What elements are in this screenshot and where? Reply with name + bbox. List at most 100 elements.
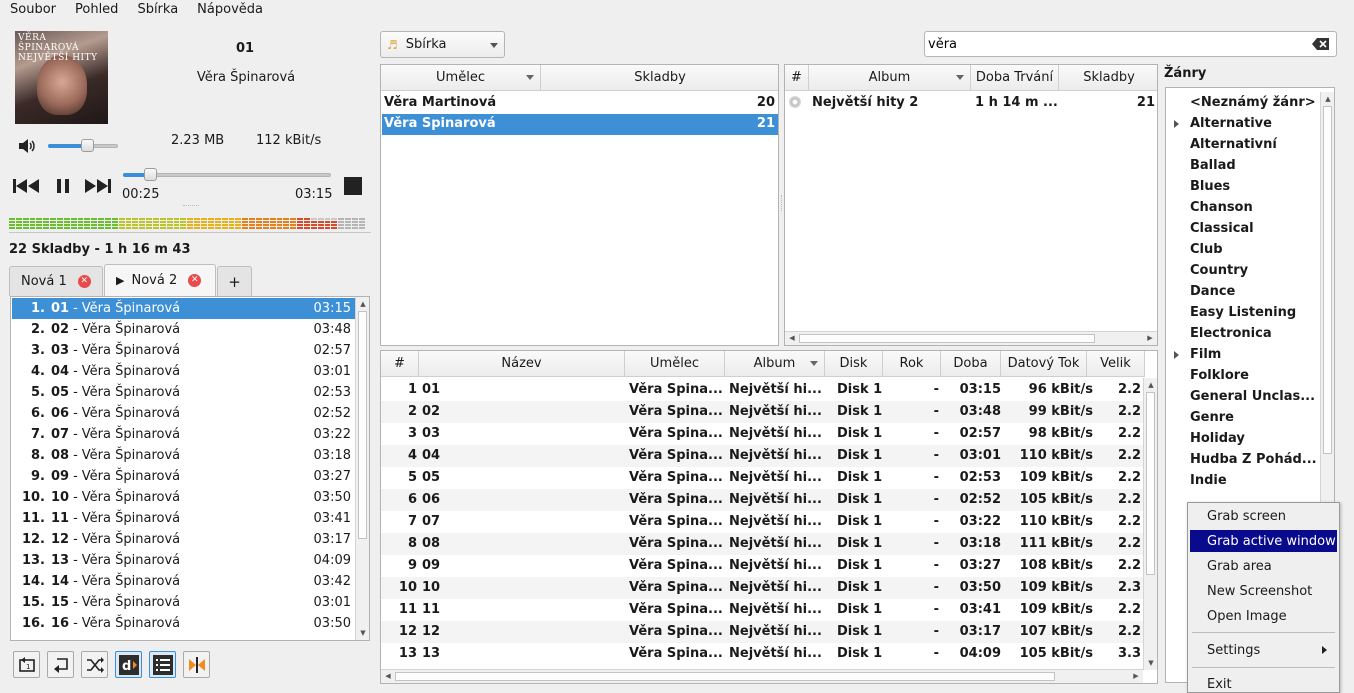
expand-arrow-icon[interactable] — [1174, 351, 1179, 359]
number-column-header[interactable]: # — [785, 65, 809, 91]
menu-item-grab-screen[interactable]: Grab screen — [1190, 505, 1337, 527]
seek-slider[interactable] — [123, 168, 331, 181]
splitter-grip[interactable] — [183, 205, 199, 207]
scroll-left-icon[interactable]: ◀ — [382, 670, 394, 682]
scroll-right-icon[interactable]: ▶ — [1130, 670, 1142, 682]
scroll-down-icon[interactable]: ▼ — [357, 627, 369, 639]
genre-item[interactable]: Club — [1166, 240, 1320, 261]
track-row[interactable]: 1 01 Věra Špina... Největší hi... Disk 1 - 03:… — [381, 379, 1144, 401]
track-column-header[interactable]: Rok — [883, 351, 941, 377]
scroll-down-icon[interactable]: ▼ — [1145, 657, 1157, 669]
genre-item[interactable]: General Unclas... — [1166, 387, 1320, 408]
genre-item[interactable]: Holiday — [1166, 429, 1320, 450]
track-row[interactable]: 4 04 Věra Špina... Největší hi... Disk 1 - 03:… — [381, 445, 1144, 467]
expand-arrow-icon[interactable] — [1174, 120, 1179, 128]
playlist-item[interactable]: 11. 11- Věra Špinarová 03:41 — [12, 508, 355, 529]
artist-column-header[interactable]: Umělec — [381, 65, 541, 91]
playlist-item[interactable]: 7. 07- Věra Špinarová 03:22 — [12, 424, 355, 445]
playlist-item-partial[interactable] — [12, 634, 355, 640]
track-column-header[interactable]: Doba — [941, 351, 1001, 377]
track-row[interactable]: 9 09 Věra Špina... Největší hi... Disk 1 - 03:… — [381, 555, 1144, 577]
playlist-item[interactable]: 1. 01- Věra Špinarová 03:15 — [12, 298, 355, 319]
scroll-up-icon[interactable]: ▲ — [1145, 379, 1157, 391]
albums-view[interactable]: # Album Doba Trvání Skladby Největší hit… — [784, 64, 1158, 346]
stop-button[interactable] — [344, 177, 362, 195]
album-column-header[interactable]: Album — [809, 65, 971, 91]
playlist-item[interactable]: 16. 16- Věra Špinarová 03:50 — [12, 613, 355, 634]
volume-icon[interactable] — [17, 137, 37, 159]
playlist-view[interactable]: 1. 01- Věra Špinarová 03:15 2. 02- Věra Špinar… — [10, 296, 370, 641]
albums-hscrollbar[interactable]: ◀ ▶ — [785, 331, 1157, 345]
genre-item[interactable]: Dance — [1166, 282, 1320, 303]
splitter-grip[interactable] — [781, 195, 783, 211]
album-row[interactable]: Největší hity 2 1 h 14 m ... 21 — [785, 93, 1157, 114]
scroll-thumb[interactable] — [1323, 106, 1332, 454]
menu-napoveda[interactable]: Nápověda — [187, 0, 272, 22]
playlist-mode-button[interactable] — [149, 651, 176, 678]
playlist-item[interactable]: 13. 13- Věra Špinarová 04:09 — [12, 550, 355, 571]
genre-item[interactable]: Alternativní — [1166, 135, 1320, 156]
playlist-item[interactable]: 2. 02- Věra Špinarová 03:48 — [12, 319, 355, 340]
tracks-vscrollbar[interactable]: ▲ ▼ — [1143, 378, 1157, 670]
return-button[interactable] — [47, 651, 74, 678]
tab-nova-2[interactable]: ▶ Nová 2 ✕ — [104, 264, 216, 296]
genre-item[interactable]: Ballad — [1166, 156, 1320, 177]
scroll-right-icon[interactable]: ▶ — [1144, 332, 1156, 344]
collection-combo[interactable]: ♬ Sbírka — [380, 31, 505, 58]
track-column-header[interactable]: Disk — [825, 351, 883, 377]
pause-button[interactable] — [48, 174, 78, 198]
track-column-header[interactable]: Datový Tok — [1001, 351, 1087, 377]
genre-item[interactable]: Classical — [1166, 219, 1320, 240]
add-tab-button[interactable]: + — [217, 266, 252, 296]
repeat-button[interactable]: 1 — [13, 651, 40, 678]
menu-item-new-screenshot[interactable]: New Screenshot — [1190, 580, 1337, 602]
volume-slider[interactable] — [48, 139, 118, 152]
tracks-column-header[interactable]: Skladby — [541, 65, 778, 91]
menu-item-settings[interactable]: Settings — [1190, 639, 1337, 661]
menu-item-grab-area[interactable]: Grab area — [1190, 555, 1337, 577]
scroll-thumb[interactable] — [1146, 392, 1155, 575]
track-row[interactable]: 10 10 Věra Špina... Největší hi... Disk 1 - 03… — [381, 577, 1144, 599]
scroll-thumb[interactable] — [395, 672, 1055, 681]
track-column-header[interactable]: Název — [419, 351, 625, 377]
track-row[interactable]: 5 05 Věra Špina... Největší hi... Disk 1 - 02:… — [381, 467, 1144, 489]
track-column-header[interactable]: Album — [725, 351, 825, 377]
artists-view[interactable]: Umělec Skladby Věra Martinová 20 Věra Šp… — [380, 64, 779, 346]
playlist-item[interactable]: 3. 03- Věra Špinarová 02:57 — [12, 340, 355, 361]
album-tracks-column-header[interactable]: Skladby — [1059, 65, 1157, 91]
genre-item[interactable]: Film — [1166, 345, 1320, 366]
next-button[interactable] — [83, 174, 113, 198]
playlist-item[interactable]: 10. 10- Věra Špinarová 03:50 — [12, 487, 355, 508]
search-box[interactable] — [924, 31, 1337, 57]
genre-item[interactable]: Blues — [1166, 177, 1320, 198]
scroll-left-icon[interactable]: ◀ — [786, 332, 798, 344]
artist-row[interactable]: Věra Martinová 20 — [382, 93, 778, 114]
search-input[interactable] — [928, 36, 1298, 52]
track-row[interactable]: 12 12 Věra Špina... Největší hi... Disk 1 - 03… — [381, 621, 1144, 643]
genre-item[interactable]: Folklore — [1166, 366, 1320, 387]
track-row[interactable]: 3 03 Věra Špina... Největší hi... Disk 1 - 02:… — [381, 423, 1144, 445]
menu-pohled[interactable]: Pohled — [65, 0, 127, 22]
close-tab-icon[interactable]: ✕ — [77, 275, 91, 288]
tracks-view[interactable]: # Název Umělec Album Disk Rok Doba Datový Tok Ve… — [380, 350, 1158, 684]
menu-item-exit[interactable]: Exit — [1190, 673, 1337, 693]
track-row[interactable]: 8 08 Věra Špina... Největší hi... Disk 1 - 03:… — [381, 533, 1144, 555]
scroll-up-icon[interactable]: ▲ — [1322, 93, 1334, 105]
playlist-item[interactable]: 14. 14- Věra Špinarová 03:42 — [12, 571, 355, 592]
playlist-item[interactable]: 9. 09- Věra Špinarová 03:27 — [12, 466, 355, 487]
playlist-scrollbar[interactable]: ▲ ▼ — [355, 297, 369, 640]
playlist-item[interactable]: 8. 08- Věra Špinarová 03:18 — [12, 445, 355, 466]
genre-item[interactable]: Easy Listening — [1166, 303, 1320, 324]
dynamic-playlist-button[interactable]: d — [115, 651, 142, 678]
close-tab-icon[interactable]: ✕ — [188, 274, 202, 287]
genre-item[interactable]: Alternative — [1166, 114, 1320, 135]
tab-nova-1[interactable]: Nová 1 ✕ — [9, 266, 103, 296]
playlist-item[interactable]: 12. 12- Věra Špinarová 03:17 — [12, 529, 355, 550]
scroll-thumb[interactable] — [799, 334, 1095, 343]
track-row[interactable]: 2 02 Věra Špina... Největší hi... Disk 1 - 03:… — [381, 401, 1144, 423]
playlist-item[interactable]: 15. 15- Věra Špinarová 03:01 — [12, 592, 355, 613]
menu-sbirka[interactable]: Sbírka — [127, 0, 187, 22]
genre-item[interactable]: Electronica — [1166, 324, 1320, 345]
playlist-item[interactable]: 4. 04- Věra Špinarová 03:01 — [12, 361, 355, 382]
track-row[interactable]: 11 11 Věra Špina... Největší hi... Disk 1 - 03… — [381, 599, 1144, 621]
